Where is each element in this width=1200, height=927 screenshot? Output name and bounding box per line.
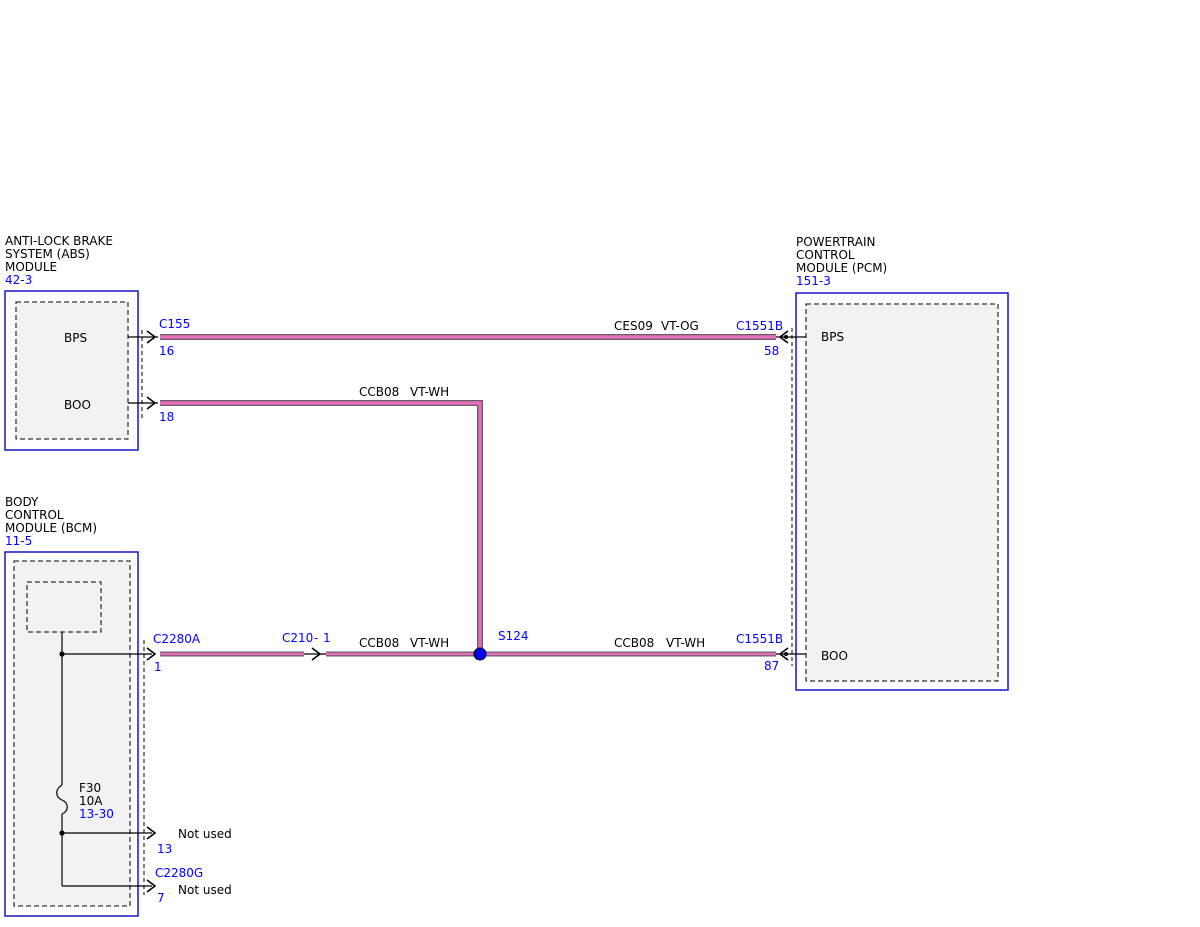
pcm-module-inner [805, 303, 999, 682]
pcm-name-line-2: CONTROL [796, 248, 855, 262]
pcm-ref: 151-3 [796, 274, 831, 288]
wire-ccb08-abs [160, 400, 483, 654]
connector-c2280a: C2280A [153, 632, 201, 646]
connector-c210-pin: 1 [323, 631, 331, 645]
abs-module-inner [15, 301, 129, 440]
abs-pin-boo-label: BOO [64, 398, 91, 412]
splice-dot-icon [473, 647, 487, 661]
circuit-color-top: VT-OG [661, 319, 699, 333]
bcm-name-line-1: BODY [5, 495, 39, 509]
fuse-rating: 10A [79, 794, 103, 808]
wire-ccb08-abs-fill [160, 401, 482, 654]
connector-c210-sep: - [314, 631, 318, 645]
pcm-pin-dot [784, 335, 788, 339]
pcm-module: POWERTRAIN CONTROL MODULE (PCM) 151-3 BP… [791, 235, 1009, 691]
connector-c2280g: C2280G [155, 866, 203, 880]
pin-1: 1 [154, 660, 162, 674]
connector-c210: C210 [282, 631, 313, 645]
bcm-module: BODY CONTROL MODULE (BCM) 11-5 F30 10A 1… [4, 495, 152, 917]
pin-87: 87 [764, 659, 779, 673]
bcm-module-inner [13, 560, 131, 907]
pcm-pin-dot [784, 652, 788, 656]
bcm-ref: 11-5 [5, 534, 32, 548]
abs-name-line-1: ANTI-LOCK BRAKE [5, 234, 113, 248]
circuit-id-top: CES09 [614, 319, 653, 333]
abs-ref: 42-3 [5, 273, 32, 287]
abs-module: ANTI-LOCK BRAKE SYSTEM (ABS) MODULE 42-3… [4, 234, 143, 451]
circuit-color-abs-boo: VT-WH [410, 385, 449, 399]
bcm-name-line-3: MODULE (BCM) [5, 521, 97, 535]
circuit-color-bcm-right: VT-WH [666, 636, 705, 650]
circuit-id-abs-boo: CCB08 [359, 385, 399, 399]
splice-label: S124 [498, 629, 529, 643]
connector-c1551b-bottom: C1551B [736, 632, 783, 646]
unused-pin-7-label: Not used [178, 883, 232, 897]
pin-13: 13 [157, 842, 172, 856]
connector-c1551b-top: C1551B [736, 319, 783, 333]
abs-name-line-3: MODULE [5, 260, 57, 274]
abs-name-line-2: SYSTEM (ABS) [5, 247, 90, 261]
circuit-color-bcm-left: VT-WH [410, 636, 449, 650]
fuse-name: F30 [79, 781, 101, 795]
unused-pin-13-label: Not used [178, 827, 232, 841]
wires [160, 334, 776, 657]
pin-7: 7 [157, 891, 165, 905]
fuse-ref: 13-30 [79, 807, 114, 821]
pin-58: 58 [764, 344, 779, 358]
connector-pins [128, 330, 806, 893]
pcm-name-line-3: MODULE (PCM) [796, 261, 887, 275]
pin-18: 18 [159, 410, 174, 424]
circuit-id-bcm-left: CCB08 [359, 636, 399, 650]
abs-pin-bps-label: BPS [64, 331, 87, 345]
wiring-diagram: ANTI-LOCK BRAKE SYSTEM (ABS) MODULE 42-3… [4, 234, 1009, 917]
connector-c155: C155 [159, 317, 190, 331]
pcm-name-line-1: POWERTRAIN [796, 235, 876, 249]
pin-16: 16 [159, 344, 174, 358]
pcm-pin-boo-label: BOO [821, 649, 848, 663]
circuit-id-bcm-right: CCB08 [614, 636, 654, 650]
bcm-name-line-2: CONTROL [5, 508, 64, 522]
pcm-pin-bps-label: BPS [821, 330, 844, 344]
